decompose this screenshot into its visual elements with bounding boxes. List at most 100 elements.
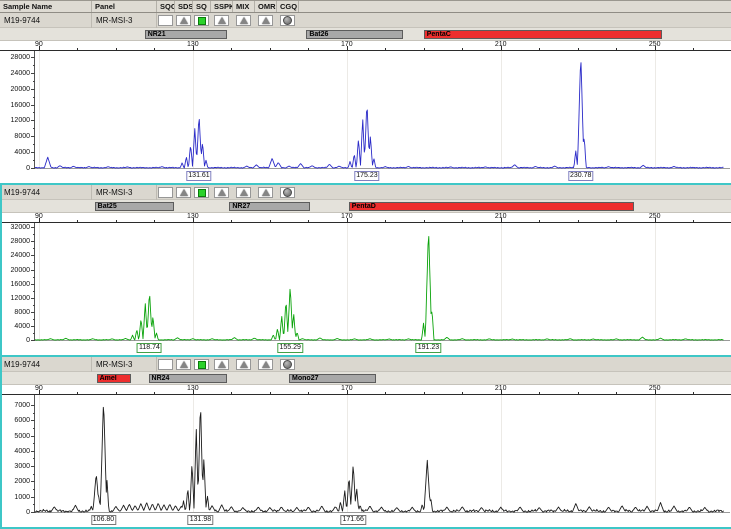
sample-row[interactable]: M19-9744MR-MSI-3: [0, 357, 731, 372]
sample-plot-block[interactable]: M19-9744MR-MSI-3NR21Bat26PentaC901301702…: [0, 13, 731, 183]
marker-bar[interactable]: NR27: [229, 202, 310, 211]
x-tick-mark: [347, 46, 348, 50]
y-tick-label: 16000: [2, 102, 30, 109]
column-header-mix: MIX: [233, 1, 255, 12]
sample-plot-block[interactable]: M19-9744MR-MSI-3Bat25NR27PentaD901301702…: [0, 183, 731, 355]
warning-triangle-icon: [262, 189, 270, 196]
marker-bar[interactable]: NR21: [145, 30, 228, 39]
peak-size-label[interactable]: 191.23: [416, 343, 441, 353]
y-tick-label: 4000: [2, 448, 30, 455]
y-tick-label: 0: [2, 165, 30, 172]
flag-cell-cgq[interactable]: [280, 359, 295, 370]
sample-row[interactable]: M19-9744MR-MSI-3: [0, 185, 731, 200]
x-tick-mark: [39, 218, 40, 222]
flag-cell-sspk[interactable]: [214, 187, 229, 198]
electropherogram-trace: [35, 223, 724, 341]
flag-cell-cgq[interactable]: [280, 15, 295, 26]
sample-row[interactable]: M19-9744MR-MSI-3: [0, 13, 731, 28]
flag-cell-mix[interactable]: [236, 15, 251, 26]
flag-cell-sq[interactable]: [194, 187, 209, 198]
warning-triangle-icon: [262, 361, 270, 368]
flag-cell-sq[interactable]: [194, 15, 209, 26]
x-tick-mark: [116, 48, 117, 50]
flag-cell-omr[interactable]: [258, 359, 273, 370]
column-header-sample-name: Sample Name: [0, 1, 92, 12]
x-tick-mark: [77, 220, 78, 222]
flag-cell-mix[interactable]: [236, 187, 251, 198]
table-header-row: Sample Name Panel SQO SDS SQ SSPK MIX OM…: [0, 1, 731, 13]
x-tick-mark: [501, 218, 502, 222]
sample-name: M19-9744: [0, 357, 92, 372]
peak-size-label[interactable]: 155.29: [277, 343, 302, 353]
x-tick-mark: [539, 392, 540, 394]
marker-bar[interactable]: NR24: [149, 374, 228, 383]
y-tick-label: 0: [2, 509, 30, 516]
y-tick-label: 12000: [2, 295, 30, 302]
x-tick-mark: [270, 392, 271, 394]
x-tick-mark: [308, 392, 309, 394]
x-tick-mark: [501, 46, 502, 50]
plot-area[interactable]: 01000200030004000500060007000106.80131.9…: [0, 395, 731, 527]
flag-cell-mix[interactable]: [236, 359, 251, 370]
x-axis-ruler: 90130170210250: [0, 385, 731, 395]
flag-cell-sspk[interactable]: [214, 15, 229, 26]
marker-bar[interactable]: PentaD: [349, 202, 634, 211]
flag-cell-omr[interactable]: [258, 187, 273, 198]
y-tick-label: 8000: [2, 309, 30, 316]
flag-cell-omr[interactable]: [258, 15, 273, 26]
y-tick-label: 5000: [2, 433, 30, 440]
x-tick-mark: [231, 392, 232, 394]
marker-bar[interactable]: Bat26: [306, 30, 402, 39]
marker-bar[interactable]: Mono27: [289, 374, 376, 383]
flag-cell-sds[interactable]: [176, 359, 191, 370]
flag-cell-sds[interactable]: [176, 187, 191, 198]
peak-size-label[interactable]: 131.61: [186, 171, 211, 181]
electropherogram-trace: [35, 51, 724, 169]
warning-triangle-icon: [262, 17, 270, 24]
sample-plot-list: M19-9744MR-MSI-3NR21Bat26PentaC901301702…: [0, 13, 731, 529]
x-tick-mark: [193, 218, 194, 222]
peak-size-label[interactable]: 106.80: [91, 515, 116, 525]
x-tick-mark: [539, 48, 540, 50]
column-header-sqo: SQO: [157, 1, 175, 12]
x-tick-mark: [347, 218, 348, 222]
column-header-omr: OMR: [255, 1, 277, 12]
x-tick-mark: [655, 390, 656, 394]
peak-size-label[interactable]: 118.74: [137, 343, 162, 353]
x-tick-mark: [231, 220, 232, 222]
flag-cell-sq[interactable]: [194, 359, 209, 370]
header-filler: [299, 1, 731, 12]
x-tick-mark: [116, 392, 117, 394]
column-header-sds: SDS: [175, 1, 193, 12]
flag-cell-sqo[interactable]: [158, 187, 173, 198]
warning-triangle-icon: [180, 189, 188, 196]
x-tick-mark: [347, 390, 348, 394]
x-tick-mark: [578, 220, 579, 222]
panel-name: MR-MSI-3: [92, 357, 157, 372]
flag-cell-sspk[interactable]: [214, 359, 229, 370]
x-tick-mark: [39, 390, 40, 394]
marker-bar[interactable]: Bat25: [95, 202, 174, 211]
plot-area[interactable]: 0400080001200016000200002400028000131.61…: [0, 51, 731, 183]
y-tick-label: 4000: [2, 323, 30, 330]
warning-triangle-icon: [240, 17, 248, 24]
x-tick-mark: [154, 48, 155, 50]
peak-size-label[interactable]: 171.66: [340, 515, 365, 525]
peak-size-label[interactable]: 175.23: [354, 171, 379, 181]
marker-bar[interactable]: PentaC: [424, 30, 663, 39]
x-tick-mark: [693, 392, 694, 394]
marker-bar[interactable]: Amel: [97, 374, 132, 383]
flag-cell-sds[interactable]: [176, 15, 191, 26]
sample-plot-block[interactable]: M19-9744MR-MSI-3 Amel NR24 Mono27 9013017021…: [0, 355, 731, 529]
marker-row: Amel NR24 Mono27: [0, 372, 731, 385]
x-tick-mark: [308, 220, 309, 222]
sample-name: M19-9744: [0, 185, 92, 200]
x-tick-mark: [616, 220, 617, 222]
plot-area[interactable]: 0400080001200016000200002400028000320001…: [0, 223, 731, 355]
peak-size-label[interactable]: 131.98: [188, 515, 213, 525]
x-tick-mark: [154, 392, 155, 394]
flag-cell-sqo[interactable]: [158, 15, 173, 26]
flag-cell-sqo[interactable]: [158, 359, 173, 370]
peak-size-label[interactable]: 230.78: [568, 171, 593, 181]
flag-cell-cgq[interactable]: [280, 187, 295, 198]
